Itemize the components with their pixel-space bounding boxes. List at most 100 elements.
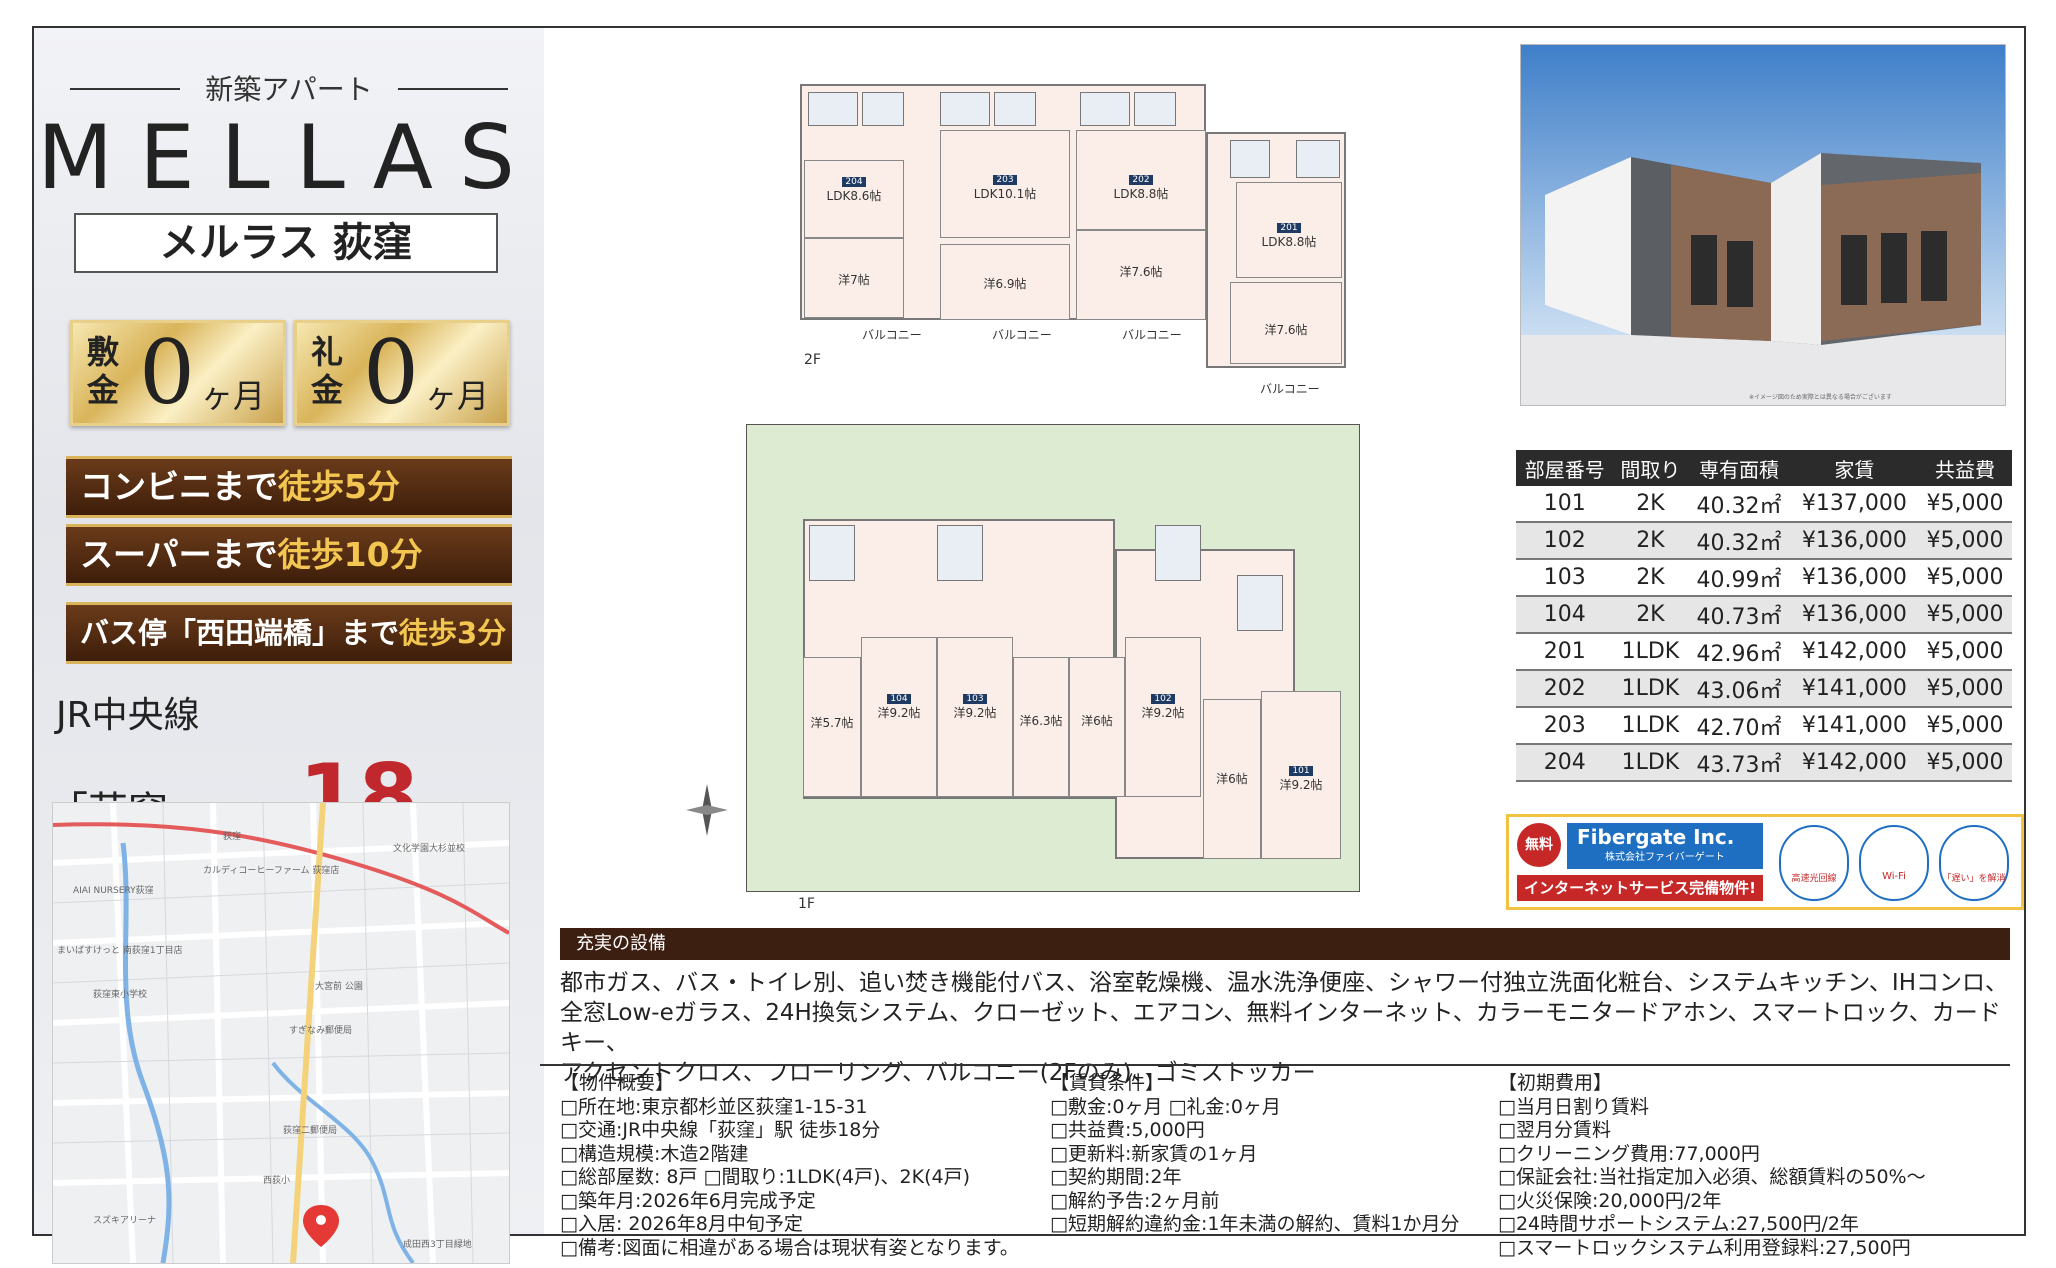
badge-text: 高速光回線 (1791, 874, 1837, 884)
table-cell: ¥142,000 (1790, 633, 1919, 671)
table-cell: 1LDK (1613, 744, 1688, 782)
toilet-icon (1230, 140, 1270, 178)
col-room-no: 部屋番号 (1516, 450, 1614, 486)
table-cell: 40.73㎡ (1687, 596, 1791, 634)
floor-label-1f: 1F (798, 896, 815, 912)
deposit-value: 0 (139, 321, 195, 424)
compass-icon (686, 784, 728, 836)
slow-badge: 「遅い」を解消 (1939, 825, 2009, 901)
equipment-line: 都市ガス、バス・トイレ別、追い焚き機能付バス、浴室乾燥機、温水洗浄便座、シャワー… (560, 970, 2009, 996)
table-cell: 43.73㎡ (1687, 744, 1791, 782)
walk-bus-stop: バス停「西田端橋」まで徒歩3分 (66, 602, 512, 664)
table-cell: 40.99㎡ (1687, 559, 1791, 597)
balcony-label: バルコニー (992, 328, 1052, 342)
table-cell: ¥5,000 (1918, 633, 2012, 671)
room-204-ldk: 204 LDK8.6帖 (804, 160, 904, 238)
table-cell: 2K (1613, 522, 1688, 560)
col-fee: 共益費 (1918, 450, 2012, 486)
room-103: 103 洋9.2帖 (937, 637, 1013, 797)
equipment-line: 全窓Low-eガラス、24H換気システム、クローゼット、エアコン、無料インターネ… (560, 1000, 2001, 1056)
table-cell: ¥141,000 (1790, 707, 1919, 745)
table-cell: 201 (1516, 633, 1614, 671)
balcony-label: バルコニー (1122, 328, 1182, 342)
bath-icon (1237, 575, 1283, 631)
initial-item: □スマートロックシステム利用登録料:27,500円 (1498, 1236, 1911, 1259)
initial-costs: 【初期費用】 □当月日割り賃料 □翌月分賃料 □クリーニング費用:77,000円… (1498, 1072, 1926, 1260)
table-row: 103 2K 40.99㎡ ¥136,000 ¥5,000 (1516, 559, 2012, 597)
floor-label-2f: 2F (804, 352, 821, 368)
walk-supermarket: スーパーまで徒歩10分 (66, 524, 512, 586)
rental-conditions: 【賃貸条件】 □敷金:0ヶ月 □礼金:0ヶ月 □共益費:5,000円 □更新料:… (1050, 1072, 1460, 1237)
table-cell: 40.32㎡ (1687, 486, 1791, 523)
table-cell: ¥5,000 (1918, 670, 2012, 708)
brand-name: Fibergate Inc. (1577, 825, 1735, 849)
initial-title: 【初期費用】 (1498, 1072, 1613, 1094)
building-image: ※イメージ図のため実際とは異なる場合がございます (1521, 45, 2005, 405)
table-cell: 1LDK (1613, 633, 1688, 671)
toilet-icon (994, 92, 1036, 126)
table-cell: ¥141,000 (1790, 670, 1919, 708)
map-label: 大宮前 公園 (315, 980, 363, 992)
area-map[interactable]: 荻窪 カルディコーヒーファーム 荻窪店 文化学園大杉並校 AIAI NURSER… (52, 802, 510, 1264)
map-label: AIAI NURSERY荻窪 (73, 884, 154, 896)
keymoney-unit: ヶ月 (425, 377, 490, 415)
free-badge: 無料 (1517, 823, 1561, 867)
room-203-bed: 洋6.9帖 (940, 244, 1070, 320)
initial-item: □翌月分賃料 (1498, 1119, 1611, 1141)
badge-text: 「遅い」を解消 (1942, 874, 2006, 884)
keymoney-badge: 礼金 0 ヶ月 (294, 320, 510, 426)
room-102: 102 洋9.2帖 (1125, 637, 1201, 797)
bath-icon (940, 92, 990, 126)
overview-item: □交通:JR中央線「荻窪」駅 徒歩18分 (560, 1119, 881, 1141)
conditions-item: □契約期間:2年 (1050, 1166, 1182, 1188)
photo-caption: ※イメージ図のため実際とは異なる場合がございます (1749, 393, 1892, 401)
walk-prefix: スーパーまで (80, 535, 278, 574)
overview-item: □構造規模:木造2階建 (560, 1142, 749, 1165)
conditions-item: □共益費:5,000円 (1050, 1119, 1205, 1141)
map-label: スズキアリーナ (93, 1214, 156, 1226)
room-204-bed: 洋7帖 (804, 238, 904, 318)
room-203-ldk: 203 LDK10.1帖 (940, 130, 1070, 238)
equipment-header: 充実の設備 (560, 928, 2010, 960)
bath-icon (1080, 92, 1130, 126)
overview-title: 【物件概要】 (560, 1072, 675, 1094)
initial-item: □火災保険:20,000円/2年 (1498, 1189, 1722, 1212)
conditions-item: □更新料:新家賃の1ヶ月 (1050, 1142, 1258, 1165)
walk-prefix: コンビニまで (80, 467, 278, 506)
fiber-tagline: インターネットサービス完備物件! (1517, 875, 1763, 901)
deposit-badge: 敷金 0 ヶ月 (70, 320, 286, 426)
table-cell: ¥142,000 (1790, 744, 1919, 782)
conditions-title: 【賃貸条件】 (1050, 1072, 1165, 1094)
room-1f-western: 洋6帖 (1069, 657, 1125, 797)
room-number-badge: 202 (1129, 175, 1153, 185)
room-size: 洋9.2帖 (953, 706, 997, 720)
room-number-badge: 102 (1151, 694, 1175, 704)
initial-item: □24時間サポートシステム:27,500円/2年 (1498, 1213, 1859, 1235)
overview-item: □入居: 2026年8月中旬予定 (560, 1213, 803, 1235)
subtitle: 新築アパート (205, 73, 373, 106)
table-cell: 203 (1516, 707, 1614, 745)
wifi-badge: Wi-Fi (1859, 825, 1929, 901)
map-label: 成田西3丁目緑地 (403, 1238, 472, 1250)
site-plan-1f: 洋5.7帖 104 洋9.2帖 103 洋9.2帖 洋6.3帖 洋6帖 102 洋9.… (746, 424, 1360, 892)
room-number-badge: 201 (1277, 223, 1301, 233)
overview-item: □所在地:東京都杉並区荻窪1-15-31 (560, 1095, 868, 1118)
room-number-badge: 203 (993, 175, 1017, 185)
table-cell: ¥5,000 (1918, 596, 2012, 634)
room-1f-western: 洋5.7帖 (803, 657, 861, 797)
table-row: 202 1LDK 43.06㎡ ¥141,000 ¥5,000 (1516, 670, 2012, 708)
table-cell: ¥137,000 (1790, 486, 1919, 523)
table-cell: 104 (1516, 596, 1614, 634)
room-size: LDK10.1帖 (973, 187, 1037, 201)
col-rent: 家賃 (1790, 450, 1919, 486)
property-logo-title: MELLAS (37, 106, 541, 209)
keymoney-value: 0 (363, 321, 419, 424)
overview-item: □備考:図面に相違がある場合は現状有姿となります。 (560, 1236, 1019, 1259)
property-name: メルラス 荻窪 (74, 213, 498, 273)
walk-time: 徒歩10分 (277, 535, 423, 574)
bath-icon (809, 525, 855, 581)
overview-item: □総部屋数: 8戸 □間取り:1LDK(4戸)、2K(4戸) (560, 1166, 971, 1188)
table-cell: 202 (1516, 670, 1614, 708)
map-label: 荻窪二郵便局 (283, 1124, 337, 1136)
room-size: LDK8.8帖 (1113, 187, 1169, 201)
